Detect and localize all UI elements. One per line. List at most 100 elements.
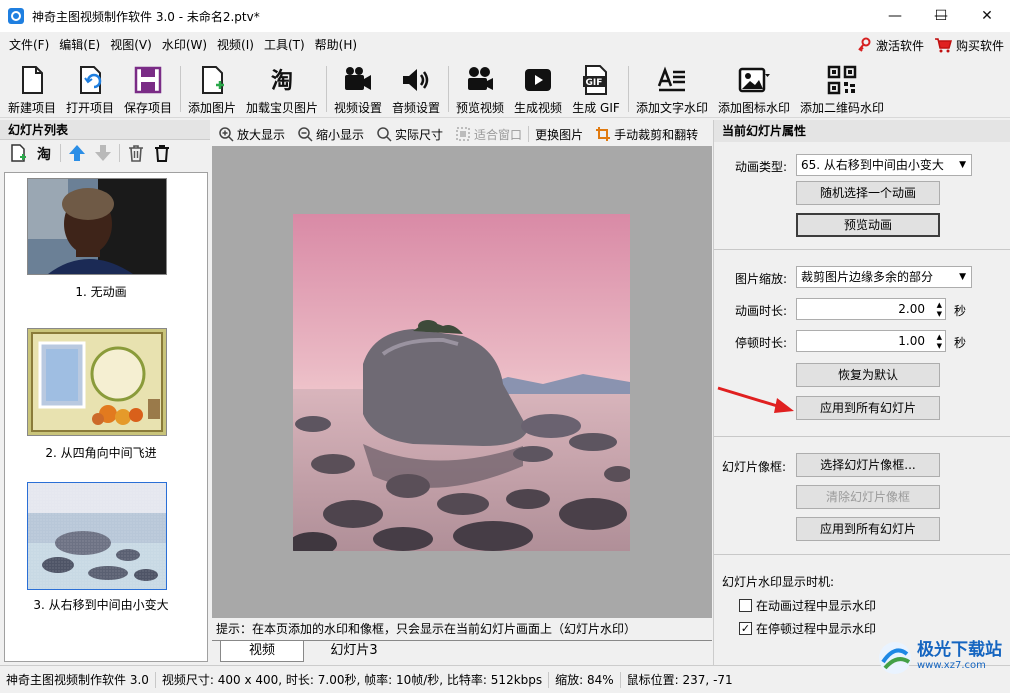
preview-video-button[interactable]: 预览视频: [454, 62, 506, 116]
view-tabs: 视频 幻灯片3: [212, 640, 712, 662]
new-project-button[interactable]: 新建项目: [6, 62, 58, 116]
generate-video-label: 生成视频: [513, 101, 562, 115]
zoom-out-icon: [298, 127, 313, 142]
menu-tools[interactable]: 工具(T): [259, 32, 310, 58]
window-title: 神奇主图视频制作软件 3.0 - 未命名2.ptv*: [32, 9, 260, 24]
pause-spinner[interactable]: 1.00 ▲ ▼: [796, 330, 946, 352]
svg-text:GIF: GIF: [586, 78, 603, 88]
menu-file[interactable]: 文件(F): [4, 32, 54, 58]
replace-image-button[interactable]: 更换图片: [529, 126, 589, 143]
zoom-out-label: 缩小显示: [316, 127, 365, 142]
slide-list[interactable]: 1. 无动画 2. 从四角向中间飞进 3. 从右移到中间由小变大: [4, 172, 208, 662]
add-image-button[interactable]: 添加图片: [186, 62, 238, 116]
play-video-icon: [525, 69, 551, 91]
buy-link[interactable]: 购买软件: [934, 37, 1004, 54]
status-mouse-position: 鼠标位置: 237, -71: [626, 672, 733, 687]
show-wm-during-anim-checkbox[interactable]: 在动画过程中显示水印: [739, 597, 876, 614]
move-up-icon[interactable]: [67, 143, 87, 163]
menu-view[interactable]: 视图(V): [105, 32, 157, 58]
add-icon-watermark-button[interactable]: 添加图标水印: [716, 62, 792, 116]
open-project-button[interactable]: 打开项目: [64, 62, 116, 116]
duration-spinner[interactable]: 2.00 ▲ ▼: [796, 298, 946, 320]
scale-select[interactable]: 裁剪图片边缘多余的部分 ▼: [796, 266, 972, 288]
duration-value: 2.00: [898, 302, 925, 316]
anim-type-select[interactable]: 65. 从右移到中间由小变大 ▼: [796, 154, 972, 176]
menu-watermark[interactable]: 水印(W): [157, 32, 212, 58]
preview-canvas[interactable]: [212, 146, 712, 618]
show-wm-during-pause-checkbox[interactable]: ✓ 在停顿过程中显示水印: [739, 620, 876, 637]
zoom-in-button[interactable]: 放大显示: [212, 126, 291, 143]
activate-link[interactable]: 激活软件: [856, 37, 924, 54]
maximize-button[interactable]: ☐: [918, 0, 964, 32]
crop-flip-label: 手动裁剪和翻转: [614, 127, 699, 142]
actual-size-button[interactable]: 实际尺寸: [370, 126, 449, 143]
scale-label: 图片缩放:: [735, 272, 788, 286]
menu-help[interactable]: 帮助(H): [310, 32, 362, 58]
minimize-button[interactable]: —: [872, 0, 918, 32]
preview-video-label: 预览视频: [455, 101, 504, 115]
fit-window-icon: [456, 127, 470, 141]
tab-video[interactable]: 视频: [220, 641, 304, 662]
generate-video-button[interactable]: 生成视频: [512, 62, 564, 116]
slide-thumb-3[interactable]: [27, 482, 167, 590]
add-slide-icon[interactable]: [8, 143, 28, 163]
anim-type-label: 动画类型:: [735, 160, 788, 174]
menu-video[interactable]: 视频(I): [212, 32, 259, 58]
replace-image-label: 更换图片: [535, 127, 584, 142]
spin-down-icon[interactable]: ▼: [937, 342, 942, 350]
lake-rock-photo: [293, 214, 630, 551]
watermark-url: www.xz7.com: [917, 660, 986, 671]
menu-edit[interactable]: 编辑(E): [54, 32, 105, 58]
delete-icon[interactable]: [126, 143, 146, 163]
new-file-icon: [22, 66, 43, 94]
spin-up-icon[interactable]: ▲: [937, 301, 942, 309]
zoom-in-icon: [219, 127, 234, 142]
actual-size-label: 实际尺寸: [395, 127, 444, 142]
slide-thumb-2[interactable]: [27, 328, 167, 436]
reset-default-button[interactable]: 恢复为默认: [796, 363, 940, 387]
add-text-watermark-button[interactable]: 添加文字水印: [634, 62, 710, 116]
add-image-label: 添加图片: [187, 101, 236, 115]
slide-list-toolbar: 淘: [0, 140, 210, 166]
crop-flip-button[interactable]: 手动裁剪和翻转: [589, 126, 704, 143]
app-logo-icon: [8, 8, 24, 24]
spin-up-icon[interactable]: ▲: [937, 333, 942, 341]
site-watermark: 极光下载站 www.xz7.com: [877, 640, 1002, 676]
gif-file-icon: GIF: [583, 65, 607, 95]
apply-all-button[interactable]: 应用到所有幻灯片: [796, 396, 940, 420]
load-taobao-button[interactable]: 淘 加载宝贝图片: [244, 62, 320, 116]
spin-down-icon[interactable]: ▼: [937, 310, 942, 318]
canvas-toolbar: 放大显示 缩小显示 实际尺寸 适合窗口 更换图片 手动裁剪和翻转: [212, 122, 712, 146]
status-app-name: 神奇主图视频制作软件 3.0: [0, 671, 156, 688]
tab-slide[interactable]: 幻灯片3: [308, 641, 400, 662]
add-text-watermark-label: 添加文字水印: [635, 101, 708, 115]
show-wm-during-pause-label: 在停顿过程中显示水印: [756, 622, 877, 636]
scale-value: 裁剪图片边缘多余的部分: [801, 270, 934, 284]
video-settings-button[interactable]: 视频设置: [332, 62, 384, 116]
slide-thumb-1[interactable]: [27, 178, 167, 275]
apply-frame-all-button[interactable]: 应用到所有幻灯片: [796, 517, 940, 541]
clear-frame-button: 清除幻灯片像框: [796, 485, 940, 509]
move-down-icon: [95, 145, 111, 161]
add-qr-watermark-button[interactable]: 添加二维码水印: [798, 62, 886, 116]
zoom-out-button[interactable]: 缩小显示: [291, 126, 370, 143]
preview-anim-button[interactable]: 预览动画: [796, 213, 940, 237]
anim-type-value: 65. 从右移到中间由小变大: [801, 158, 944, 172]
video-camera-icon: [345, 67, 371, 90]
generate-gif-button[interactable]: GIF 生成 GIF: [570, 62, 622, 116]
cart-icon: [934, 38, 952, 53]
close-button[interactable]: ✕: [964, 0, 1010, 32]
select-frame-button[interactable]: 选择幻灯片像框...: [796, 453, 940, 477]
save-project-button[interactable]: 保存项目: [122, 62, 174, 116]
open-project-label: 打开项目: [65, 101, 114, 115]
taobao-small-icon[interactable]: 淘: [34, 143, 54, 163]
dropdown-arrow-icon: ▼: [959, 272, 966, 282]
slide-list-title: 幻灯片列表: [0, 120, 210, 140]
duration-unit: 秒: [954, 304, 967, 318]
random-anim-button[interactable]: 随机选择一个动画: [796, 181, 940, 205]
duration-label: 动画时长:: [735, 304, 788, 318]
delete-all-icon[interactable]: [152, 143, 172, 163]
audio-settings-button[interactable]: 音频设置: [390, 62, 442, 116]
film-camera-icon: [468, 67, 493, 90]
buy-label: 购买软件: [955, 38, 1004, 53]
